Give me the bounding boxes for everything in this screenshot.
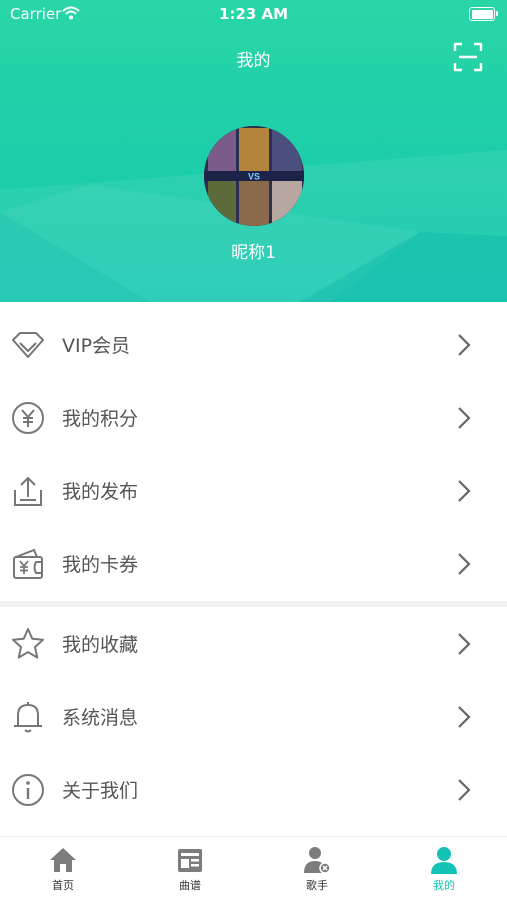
battery-icon <box>469 7 498 21</box>
menu-item-publish[interactable]: 我的发布 <box>0 454 507 527</box>
tab-sheet-music[interactable]: 曲谱 <box>150 845 230 893</box>
tab-label: 我的 <box>433 879 455 892</box>
profile-header: Carrier 1:23 AM 我的 VS 昵称1 <box>0 0 507 302</box>
scan-icon[interactable] <box>453 42 483 72</box>
status-bar: Carrier 1:23 AM <box>0 0 507 30</box>
chevron-right-icon <box>458 778 471 801</box>
sheet-music-icon <box>178 849 202 872</box>
tab-bar: 首页 曲谱 歌手 我的 <box>0 836 507 901</box>
tab-label: 曲谱 <box>179 879 201 892</box>
singer-icon <box>304 847 331 874</box>
menu-label: 我的积分 <box>62 408 139 430</box>
chevron-right-icon <box>458 333 471 356</box>
yen-coin-icon <box>12 402 44 434</box>
menu-item-vip[interactable]: VIP会员 <box>0 308 507 381</box>
menu-item-points[interactable]: 我的积分 <box>0 381 507 454</box>
chevron-right-icon <box>458 552 471 575</box>
menu-label: 我的卡券 <box>62 554 139 576</box>
wallet-coupon-icon <box>13 548 43 579</box>
info-icon <box>12 774 44 806</box>
bell-icon <box>14 702 42 733</box>
tab-home[interactable]: 首页 <box>23 845 103 893</box>
tab-singer[interactable]: 歌手 <box>277 845 357 893</box>
chevron-right-icon <box>458 479 471 502</box>
menu-label: 关于我们 <box>62 780 139 802</box>
page-title: 我的 <box>236 51 271 71</box>
menu-item-coupons[interactable]: 我的卡券 <box>0 527 507 600</box>
nickname[interactable]: 昵称1 <box>0 238 507 263</box>
profile-icon <box>431 847 457 874</box>
tab-profile[interactable]: 我的 <box>404 845 484 893</box>
diamond-icon <box>12 332 44 358</box>
chevron-right-icon <box>458 632 471 655</box>
home-icon <box>50 848 76 872</box>
star-icon <box>12 628 44 659</box>
menu-label: 我的发布 <box>62 481 139 503</box>
chevron-right-icon <box>458 406 471 429</box>
menu-item-about[interactable]: 关于我们 <box>0 753 507 826</box>
upload-tray-icon <box>14 476 42 506</box>
tab-label: 首页 <box>52 879 74 892</box>
menu-label: VIP会员 <box>62 335 131 357</box>
tab-label: 歌手 <box>306 879 328 892</box>
avatar-image: VS <box>204 126 304 226</box>
status-time: 1:23 AM <box>218 5 289 23</box>
menu-item-messages[interactable]: 系统消息 <box>0 680 507 753</box>
chevron-right-icon <box>458 705 471 728</box>
menu-label: 系统消息 <box>62 707 139 729</box>
avatar-vs-text: VS <box>248 172 260 182</box>
menu-label: 我的收藏 <box>62 634 139 656</box>
menu-item-favorites[interactable]: 我的收藏 <box>0 607 507 680</box>
avatar[interactable]: VS <box>204 126 304 226</box>
